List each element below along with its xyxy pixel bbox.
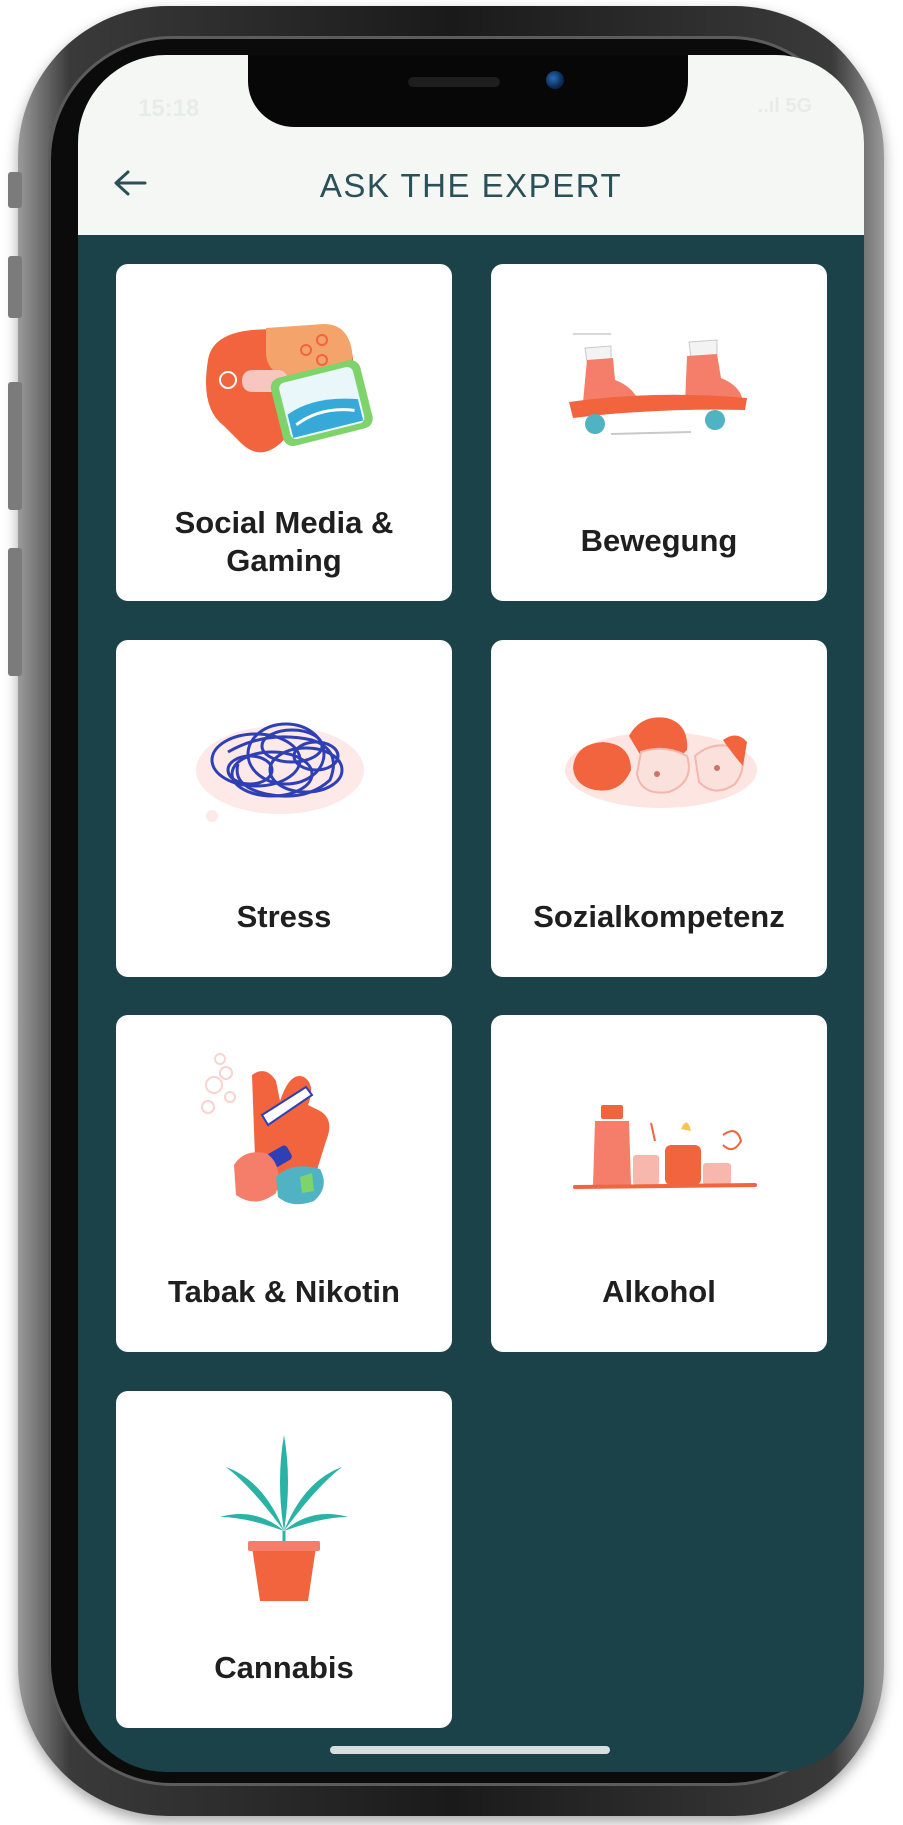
side-button	[8, 256, 22, 318]
people-heads-icon	[565, 717, 757, 808]
topic-label: Cannabis	[214, 1650, 354, 1685]
topic-card-sozialkompetenz[interactable]: Sozialkompetenz	[491, 640, 827, 977]
status-time: 15:18	[138, 95, 200, 122]
phone-screen: 15:18 ..ıl 5G ASK THE EXPERT Social Medi…	[78, 55, 864, 1772]
topic-card-social-media-gaming[interactable]: Social Media & Gaming	[116, 264, 452, 601]
topic-label: Social Media &	[174, 505, 394, 540]
topic-label: Bewegung	[580, 523, 738, 558]
bottles-glasses-icon	[573, 1105, 757, 1189]
volume-button	[8, 382, 22, 510]
camera-icon	[546, 71, 564, 89]
speaker-grille	[408, 77, 500, 87]
side-button	[8, 172, 22, 208]
status-indicators: ..ıl 5G	[757, 95, 812, 117]
game-controller-phone-icon	[206, 324, 373, 453]
topic-card-cannabis[interactable]: Cannabis	[116, 1391, 452, 1728]
app-header: 15:18 ..ıl 5G ASK THE EXPERT	[78, 55, 864, 235]
notch	[248, 55, 688, 127]
topic-label: Tabak & Nikotin	[168, 1274, 400, 1309]
page-title: ASK THE EXPERT	[319, 167, 623, 204]
topic-label: Sozialkompetenz	[533, 899, 785, 934]
hand-cigarette-vape-icon	[201, 1053, 330, 1205]
volume-button	[8, 548, 22, 676]
topic-label: Alkohol	[602, 1274, 716, 1309]
topic-card-alkohol[interactable]: Alkohol	[491, 1015, 827, 1352]
topic-card-stress[interactable]: Stress	[116, 640, 452, 977]
topic-label: Gaming	[226, 543, 342, 578]
skateboard-shoes-icon	[569, 333, 747, 435]
tangled-scribble-icon	[196, 722, 364, 822]
home-indicator[interactable]	[330, 1746, 610, 1754]
topic-card-tabak-nikotin[interactable]: Tabak & Nikotin	[116, 1015, 452, 1352]
topic-card-bewegung[interactable]: Bewegung	[491, 264, 827, 601]
cannabis-plant-pot-icon	[220, 1435, 348, 1601]
topic-label: Stress	[236, 899, 332, 934]
